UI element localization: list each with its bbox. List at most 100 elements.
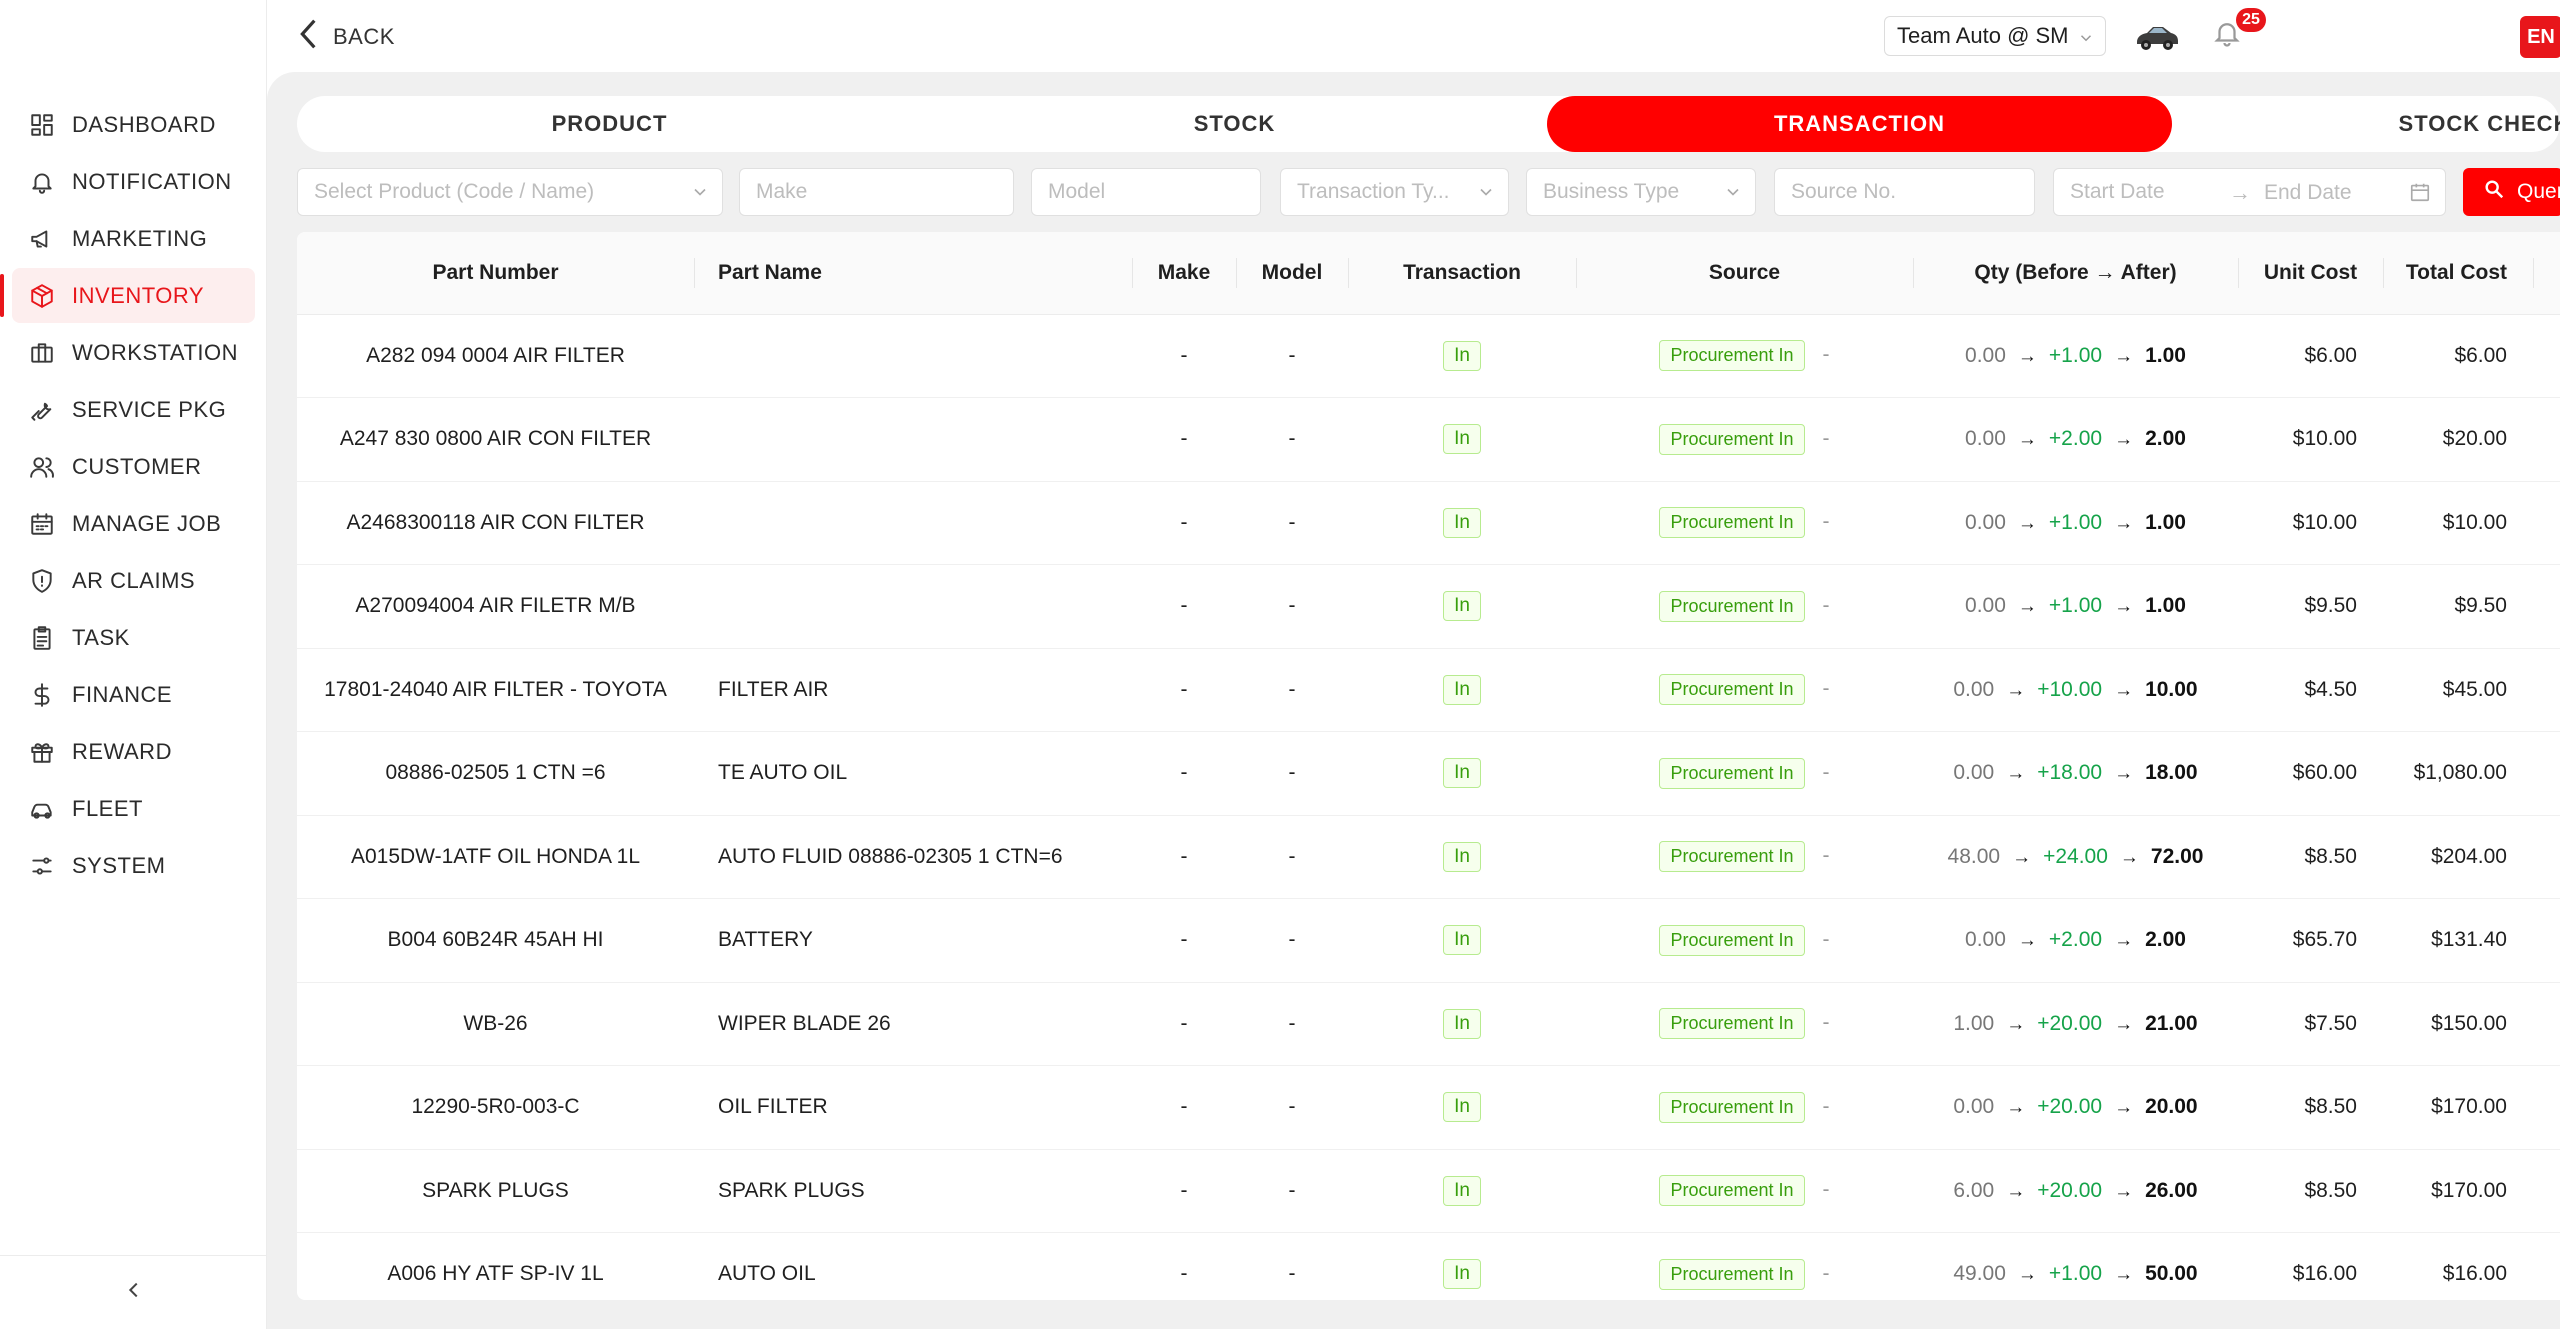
table-row[interactable]: 12290-5R0-003-C OIL FILTER - - In Procurement… (297, 1065, 2560, 1150)
qty-before: 0.00 (1953, 1095, 1995, 1119)
arrow-right-icon: → (2006, 1013, 2026, 1035)
part-number-cell: 12290-5R0-003-C (297, 1065, 694, 1150)
tab-stock-check[interactable]: STOCK CHECK (2172, 96, 2560, 152)
part-name-cell (694, 564, 1132, 649)
qty-change: +20.00 (2037, 1178, 2103, 1202)
part-name-cell: AUTO FLUID 08886-02305 1 CTN=6 (694, 815, 1132, 899)
tab-transaction[interactable]: TRANSACTION (1547, 96, 2172, 152)
sidebar-collapse-button[interactable] (0, 1255, 267, 1329)
sidebar-item-inventory[interactable]: INVENTORY (0, 268, 255, 323)
table-row[interactable]: 08886-02505 1 CTN =6 TE AUTO OIL - - In Procu… (297, 731, 2560, 816)
back-label: BACK (333, 24, 395, 49)
total-cost-cell: $150.00 (2383, 982, 2533, 1066)
end-date-placeholder: End Date (2264, 181, 2352, 204)
vehicle-avatar-icon[interactable] (2133, 18, 2181, 54)
sidebar-item-fleet[interactable]: FLEET (12, 781, 255, 836)
transaction-tag: In (1443, 340, 1481, 371)
model-input[interactable]: Model (1031, 168, 1261, 216)
part-name-cell: FILTER AIR (694, 648, 1132, 732)
col-extra (2533, 232, 2560, 315)
qty-change: +1.00 (2048, 510, 2103, 534)
qty-change: +2.00 (2048, 427, 2103, 451)
team-select[interactable]: Team Auto @ SM (1884, 16, 2106, 56)
col-part-name: Part Name (694, 232, 1132, 315)
product-select[interactable]: Select Product (Code / Name) (297, 168, 723, 216)
extra-cell (2533, 982, 2560, 1066)
source-no-input[interactable]: Source No. (1774, 168, 2035, 216)
sidebar-item-ar-claims[interactable]: AR CLAIMS (12, 553, 255, 608)
qty-change: +18.00 (2037, 761, 2103, 785)
qty-after: 2.00 (2145, 928, 2186, 952)
arrow-right-icon: → (2017, 345, 2037, 367)
sidebar-item-marketing[interactable]: MARKETING (12, 211, 255, 266)
query-button[interactable]: Query (2463, 168, 2560, 216)
table-row[interactable]: A2468300118 AIR CON FILTER - - In Procuremen… (297, 481, 2560, 565)
sidebar-item-customer[interactable]: CUSTOMER (12, 439, 255, 494)
table-row[interactable]: SPARK PLUGS SPARK PLUGS - - In Procurement In… (297, 1149, 2560, 1233)
qty-after: 1.00 (2145, 343, 2186, 367)
sidebar-item-service-pkg[interactable]: SERVICE PKG (12, 382, 255, 437)
sidebar-item-label: CUSTOMER (72, 453, 202, 479)
sidebar-item-finance[interactable]: FINANCE (12, 667, 255, 722)
sidebar-item-reward[interactable]: REWARD (12, 724, 255, 779)
transaction-tag: In (1443, 1092, 1481, 1123)
transaction-cell: In (1348, 314, 1576, 398)
table-row[interactable]: A270094004 AIR FILETR M/B - - In Procurement… (297, 564, 2560, 649)
bell-icon (2212, 23, 2242, 52)
sidebar-item-dashboard[interactable]: DASHBOARD (12, 97, 255, 152)
qty-after: 21.00 (2145, 1011, 2198, 1035)
table-row[interactable]: A015DW-1ATF OIL HONDA 1L AUTO FLUID 08886… (297, 815, 2560, 899)
transaction-tag: In (1443, 591, 1481, 622)
sliders-icon (28, 852, 56, 880)
sidebar-item-system[interactable]: SYSTEM (12, 838, 255, 893)
back-button[interactable]: BACK (297, 18, 395, 56)
extra-cell (2533, 1065, 2560, 1150)
transaction-cell: In (1348, 397, 1576, 482)
make-cell: - (1132, 898, 1236, 983)
make-cell: - (1132, 982, 1236, 1066)
table-row[interactable]: WB-26 WIPER BLADE 26- - In Procurement In -1.… (297, 982, 2560, 1066)
make-cell: - (1132, 815, 1236, 899)
sidebar-item-task[interactable]: TASK (12, 610, 255, 665)
table-row[interactable]: A282 094 0004 AIR FILTER - - In Procurement … (297, 314, 2560, 398)
topbar: BACK Team Auto @ SM 25 EN (267, 0, 2560, 72)
tab-product[interactable]: PRODUCT (297, 96, 922, 152)
source-no: - (1822, 844, 1830, 868)
source-no: - (1822, 1011, 1830, 1035)
date-range-picker[interactable]: Start Date → End Date (2053, 168, 2446, 216)
arrow-right-icon: → (2114, 763, 2134, 785)
tab-stock[interactable]: STOCK (922, 96, 1547, 152)
unit-cost-cell: $10.00 (2238, 481, 2383, 565)
transaction-tag: In (1443, 758, 1481, 789)
make-input-placeholder: Make (756, 180, 808, 203)
calendar-icon (2409, 181, 2431, 209)
transaction-type-select[interactable]: Transaction Ty... (1280, 168, 1509, 216)
extra-cell (2533, 898, 2560, 983)
table-row[interactable]: A247 830 0800 AIR CON FILTER - - In Procurem… (297, 397, 2560, 482)
megaphone-icon (28, 225, 56, 253)
part-number-cell: A2468300118 AIR CON FILTER (297, 481, 694, 565)
make-cell: - (1132, 481, 1236, 565)
transaction-cell: In (1348, 731, 1576, 816)
arrow-right-icon: → (2114, 429, 2134, 451)
transaction-cell: In (1348, 815, 1576, 899)
table-row[interactable]: 17801-24040 AIR FILTER - TOYOTA FILTER AI… (297, 648, 2560, 732)
source-cell: Procurement In - (1576, 648, 1913, 732)
qty-change: +10.00 (2037, 677, 2103, 701)
table-row[interactable]: B004 60B24R 45AH HI BATTERY - - In Procuremen… (297, 898, 2560, 983)
table-row[interactable]: A006 HY ATF SP-IV 1L AUTO OIL - - In Procurem… (297, 1232, 2560, 1300)
search-icon (2483, 178, 2517, 206)
col-total-cost: Total Cost (2383, 232, 2533, 315)
make-input[interactable]: Make (739, 168, 1014, 216)
business-type-select[interactable]: Business Type (1526, 168, 1756, 216)
sidebar-item-workstation[interactable]: WORKSTATION (12, 325, 255, 380)
arrow-right-icon: → (2119, 846, 2139, 868)
sidebar-item-manage-job[interactable]: MANAGE JOB (12, 496, 255, 551)
transaction-cell: In (1348, 898, 1576, 983)
sidebar-item-notification[interactable]: NOTIFICATION (12, 154, 255, 209)
arrow-right-icon: → (2017, 596, 2037, 618)
part-name-cell: AUTO OIL (694, 1232, 1132, 1300)
source-no-placeholder: Source No. (1791, 180, 1897, 203)
language-button[interactable]: EN (2520, 16, 2560, 58)
total-cost-cell: $170.00 (2383, 1149, 2533, 1233)
